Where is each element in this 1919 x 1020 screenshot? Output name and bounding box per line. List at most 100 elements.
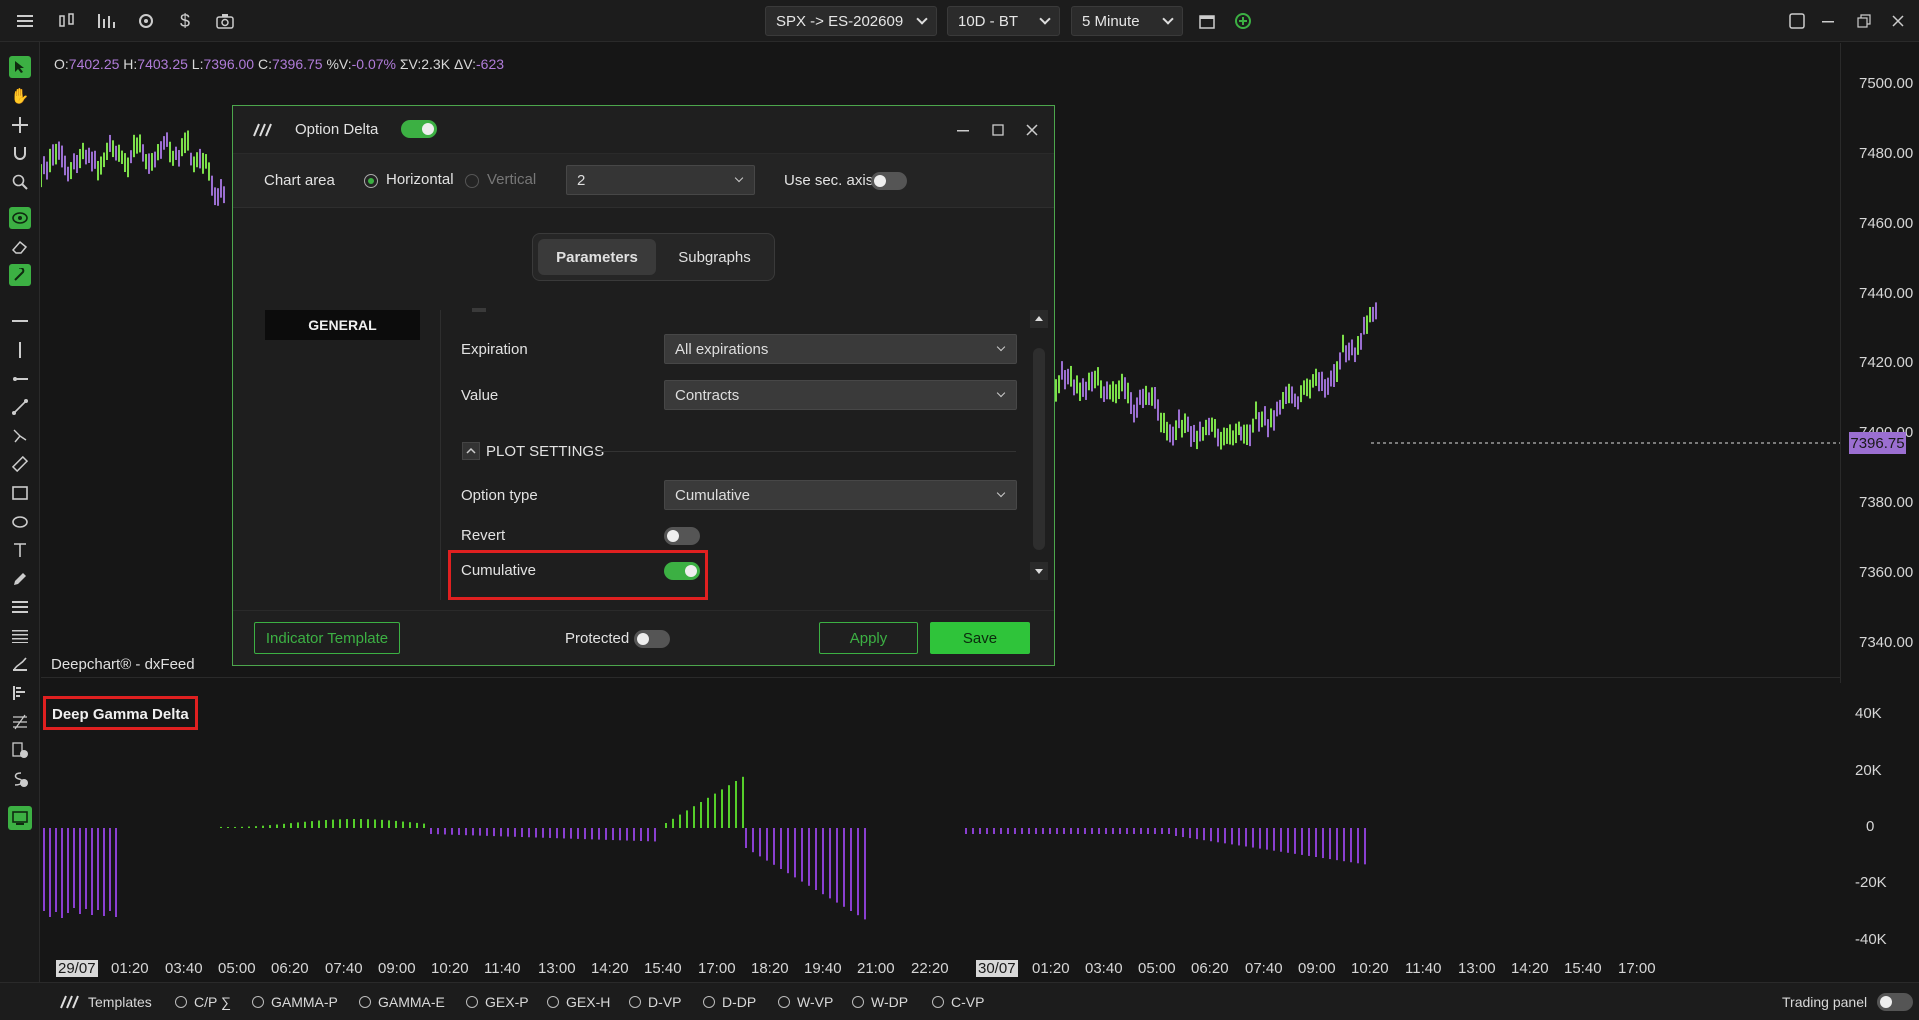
price-tick: 7440.00: [1859, 285, 1914, 302]
indicator-template-button[interactable]: Indicator Template: [254, 622, 400, 654]
tab-subgraphs[interactable]: Subgraphs: [658, 239, 771, 275]
interval-value: 5 Minute: [1082, 12, 1140, 30]
horizontal-line-icon[interactable]: [9, 310, 31, 332]
fib-icon[interactable]: [9, 711, 31, 733]
template-label: C-VP: [951, 994, 985, 1010]
close-icon[interactable]: [1885, 8, 1911, 34]
symbol-select[interactable]: SPX -> ES-202609: [765, 6, 937, 36]
tab-parameters[interactable]: Parameters: [538, 239, 656, 275]
template-radio[interactable]: D-DP: [703, 994, 756, 1010]
minimize-icon[interactable]: [957, 124, 969, 136]
template-radio[interactable]: W-VP: [778, 994, 833, 1010]
toggle-switch[interactable]: [1877, 993, 1914, 1011]
profile-icon[interactable]: [9, 682, 31, 704]
bar-chart-icon[interactable]: [93, 8, 119, 34]
eye-icon[interactable]: [9, 207, 31, 229]
trading-panel-label: Trading panel: [1782, 994, 1868, 1010]
vertical-line-icon[interactable]: [9, 339, 31, 361]
delta-volume-label: ΔV:: [453, 56, 477, 72]
brush-icon[interactable]: [9, 653, 31, 675]
indicator-enable-toggle[interactable]: [401, 120, 437, 138]
time-axis[interactable]: 29/07 01:20 03:40 05:00 06:20 07:40 09:0…: [41, 955, 1841, 980]
time-tick: 15:40: [644, 960, 682, 977]
zoom-icon[interactable]: [9, 171, 31, 193]
layout-icon[interactable]: [1784, 8, 1810, 34]
trendline-icon[interactable]: [9, 396, 31, 418]
protected-toggle[interactable]: [634, 630, 670, 648]
close-icon[interactable]: [1026, 124, 1038, 136]
revert-toggle[interactable]: [664, 527, 700, 545]
section-general[interactable]: GENERAL: [265, 310, 420, 340]
ruler-icon[interactable]: [9, 453, 31, 475]
template-radio[interactable]: C-VP: [932, 994, 984, 1010]
ray-icon[interactable]: [9, 368, 31, 390]
template-radio[interactable]: GEX-P: [466, 994, 529, 1010]
value-select[interactable]: Contracts: [664, 380, 1017, 410]
option-type-label: Option type: [461, 487, 538, 504]
vertical-radio[interactable]: [465, 174, 479, 188]
chevron-down-icon: [916, 13, 928, 25]
template-label: D-VP: [648, 994, 682, 1010]
template-radio[interactable]: D-VP: [629, 994, 681, 1010]
interval-select[interactable]: 5 Minute: [1071, 6, 1183, 36]
pointer-icon[interactable]: [9, 56, 31, 78]
text-icon[interactable]: [9, 539, 31, 561]
time-tick: 03:40: [165, 960, 203, 977]
scrollbar[interactable]: [1030, 310, 1048, 580]
dialog-titlebar[interactable]: Option Delta: [233, 106, 1054, 154]
scroll-thumb[interactable]: [1033, 348, 1045, 550]
close-label: C:: [257, 56, 272, 72]
time-tick: 11:40: [484, 960, 521, 977]
ellipse-icon[interactable]: [9, 511, 31, 533]
sec-axis-toggle[interactable]: [871, 172, 907, 190]
scroll-down-icon[interactable]: [1030, 562, 1048, 580]
template-radio[interactable]: GEX-H: [547, 994, 610, 1010]
apply-button[interactable]: Apply: [819, 622, 918, 654]
templates-button[interactable]: Templates: [60, 994, 152, 1010]
dollar-s-icon[interactable]: [9, 768, 31, 790]
option-type-select[interactable]: Cumulative: [664, 480, 1017, 510]
chart-area-select[interactable]: 2: [566, 165, 755, 195]
monitor-icon[interactable]: [8, 806, 32, 830]
magnet-snap-icon[interactable]: [9, 264, 31, 286]
radio-icon: [175, 996, 187, 1008]
add-circle-icon[interactable]: [1230, 8, 1256, 34]
pencil-icon[interactable]: [9, 568, 31, 590]
time-tick: 07:40: [1245, 960, 1283, 977]
settings-gear-icon[interactable]: [133, 8, 159, 34]
panel-separator[interactable]: [41, 677, 1840, 678]
period-value: 10D - BT: [958, 12, 1019, 30]
candles-icon[interactable]: [54, 8, 80, 34]
maximize-icon[interactable]: [992, 124, 1004, 136]
lines-icon[interactable]: [9, 625, 31, 647]
calendar-icon[interactable]: [1194, 8, 1220, 34]
template-radio[interactable]: GAMMA-E: [359, 994, 445, 1010]
trading-panel-toggle[interactable]: Trading panel: [1782, 993, 1914, 1011]
template-radio[interactable]: GAMMA-P: [252, 994, 338, 1010]
time-tick: 03:40: [1085, 960, 1123, 977]
dollar-icon[interactable]: $: [172, 8, 198, 34]
scroll-up-icon[interactable]: [1030, 310, 1048, 328]
template-radio[interactable]: C/P ∑: [175, 994, 231, 1010]
restore-icon[interactable]: [1851, 8, 1877, 34]
period-select[interactable]: 10D - BT: [947, 6, 1060, 36]
horizontal-radio[interactable]: [364, 174, 378, 188]
gamma-delta-histogram[interactable]: [41, 695, 1841, 955]
dollar-doc-icon[interactable]: [9, 739, 31, 761]
eraser-icon[interactable]: [9, 236, 31, 258]
hand-icon[interactable]: ✋: [9, 85, 31, 107]
path-icon[interactable]: [9, 425, 31, 447]
list-icon[interactable]: [9, 596, 31, 618]
magnet-icon[interactable]: [9, 142, 31, 164]
template-radio[interactable]: W-DP: [852, 994, 908, 1010]
crosshair-icon[interactable]: [9, 114, 31, 136]
collapsed-section-bar: [472, 308, 486, 312]
collapse-toggle[interactable]: [462, 442, 480, 460]
camera-icon[interactable]: [212, 8, 238, 34]
expiration-select[interactable]: All expirations: [664, 334, 1017, 364]
rectangle-icon[interactable]: [9, 482, 31, 504]
save-button[interactable]: Save: [930, 622, 1030, 654]
price-axis[interactable]: 7500.00 7480.00 7460.00 7440.00 7420.00 …: [1840, 43, 1919, 683]
menu-icon[interactable]: [12, 8, 38, 34]
minimize-icon[interactable]: [1815, 8, 1841, 34]
